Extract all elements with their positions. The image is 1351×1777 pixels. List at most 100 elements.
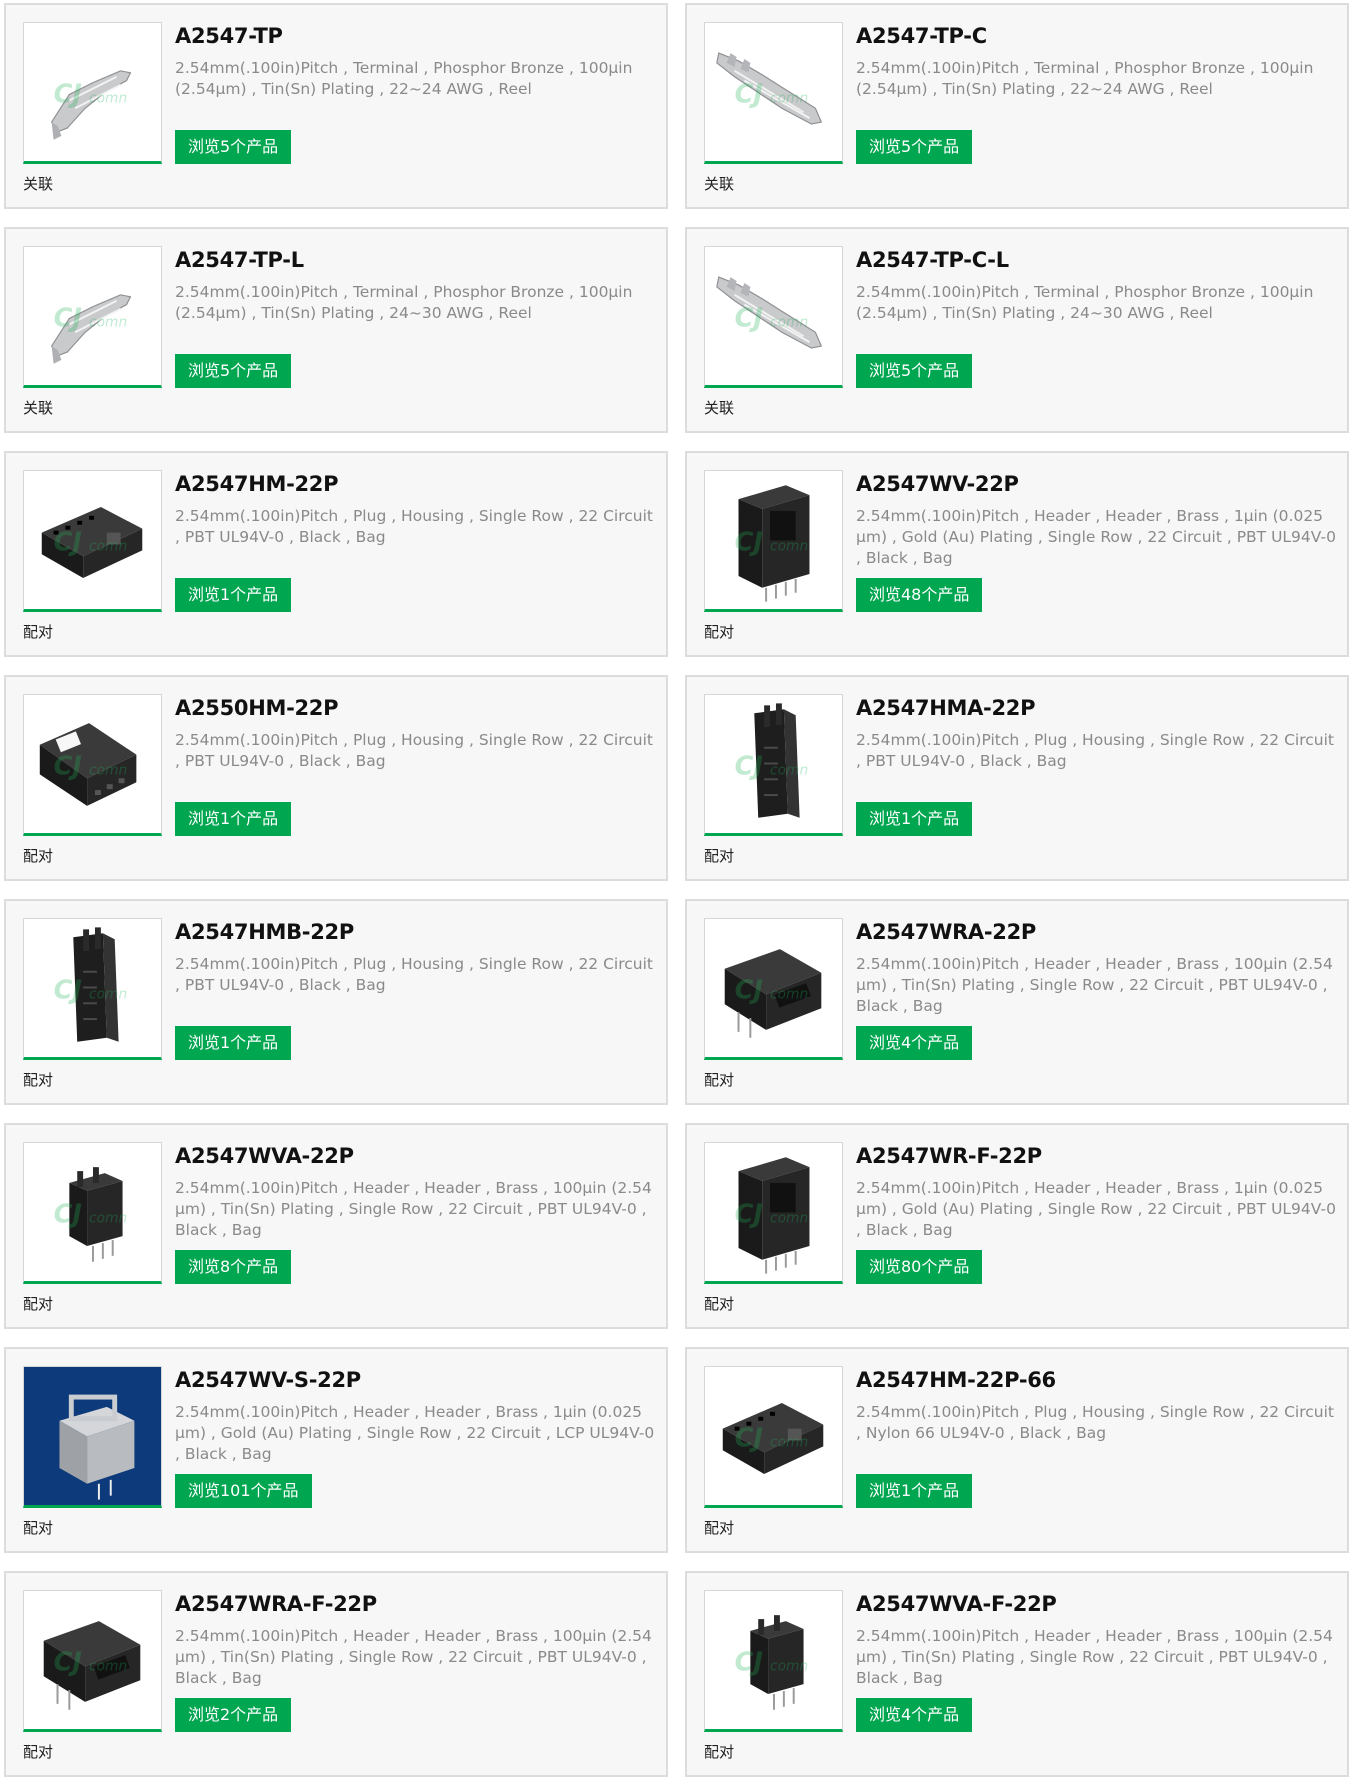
svg-text:comn: comn <box>770 1658 808 1674</box>
relation-label: 关联 <box>704 175 735 193</box>
product-description: 2.54mm(.100in)Pitch , Plug , Housing , S… <box>175 955 653 994</box>
product-title[interactable]: A2547HMB-22P <box>175 920 354 944</box>
product-thumbnail[interactable]: CJ comn <box>23 470 162 612</box>
product-card: CJ comn 配对 A2547WR-F-22P 2.54mm(.100in)Pitch… <box>685 1123 1349 1329</box>
product-description: 2.54mm(.100in)Pitch , Terminal , Phospho… <box>175 283 633 322</box>
product-card: CJ comn 关联 A2547-TP-L 2.54mm(.100in)Pitch , … <box>4 227 668 433</box>
product-thumbnail[interactable]: CJ comn <box>23 1590 162 1732</box>
product-description: 2.54mm(.100in)Pitch , Header , Header , … <box>856 507 1336 567</box>
browse-products-button[interactable]: 浏览1个产品 <box>175 802 292 836</box>
product-card: CJ comn 配对 A2550HM-22P 2.54mm(.100in)Pitch ,… <box>4 675 668 881</box>
relation-label: 关联 <box>704 399 735 417</box>
svg-text:CJ: CJ <box>54 303 82 333</box>
product-thumbnail[interactable]: CJ comn <box>704 1366 843 1508</box>
browse-products-button[interactable]: 浏览1个产品 <box>856 802 973 836</box>
svg-text:CJ: CJ <box>735 1647 763 1677</box>
relation-label: 配对 <box>23 1295 54 1313</box>
svg-text:CJ: CJ <box>54 527 82 557</box>
product-title[interactable]: A2547-TP-C-L <box>856 248 1009 272</box>
product-title[interactable]: A2547WRA-F-22P <box>175 1592 377 1616</box>
product-description: 2.54mm(.100in)Pitch , Plug , Housing , S… <box>856 731 1334 770</box>
browse-products-button[interactable]: 浏览5个产品 <box>175 130 292 164</box>
product-title[interactable]: A2547WVA-22P <box>175 1144 354 1168</box>
product-title[interactable]: A2547HM-22P <box>175 472 339 496</box>
svg-text:CJ: CJ <box>54 79 82 109</box>
svg-text:comn: comn <box>89 1658 127 1674</box>
browse-products-button[interactable]: 浏览5个产品 <box>856 354 973 388</box>
product-description: 2.54mm(.100in)Pitch , Header , Header , … <box>175 1403 655 1463</box>
product-description: 2.54mm(.100in)Pitch , Header , Header , … <box>856 1179 1336 1239</box>
product-title[interactable]: A2547HMA-22P <box>856 696 1035 720</box>
product-title[interactable]: A2547-TP <box>175 24 283 48</box>
browse-products-button[interactable]: 浏览1个产品 <box>175 1026 292 1060</box>
product-description: 2.54mm(.100in)Pitch , Header , Header , … <box>175 1179 652 1239</box>
product-title[interactable]: A2547-TP-L <box>175 248 304 272</box>
product-thumbnail[interactable]: CJ comn <box>704 918 843 1060</box>
product-image: CJ comn <box>724 949 822 1038</box>
product-thumbnail[interactable]: CJ comn <box>704 694 843 836</box>
product-card: CJ comn 配对 A2547WV-22P 2.54mm(.100in)Pitch ,… <box>685 451 1349 657</box>
product-card: CJ comn 关联 A2547-TP-C 2.54mm(.100in)Pitch , … <box>685 3 1349 209</box>
product-image: CJ comn <box>735 1615 808 1710</box>
product-title[interactable]: A2547-TP-C <box>856 24 987 48</box>
browse-products-button[interactable]: 浏览101个产品 <box>175 1474 312 1508</box>
relation-label: 配对 <box>704 1519 735 1537</box>
browse-products-button[interactable]: 浏览1个产品 <box>175 578 292 612</box>
product-description: 2.54mm(.100in)Pitch , Header , Header , … <box>856 1627 1333 1687</box>
product-thumbnail[interactable]: CJ comn <box>23 246 162 388</box>
svg-text:comn: comn <box>770 762 808 778</box>
svg-text:CJ: CJ <box>54 975 82 1005</box>
product-description: 2.54mm(.100in)Pitch , Plug , Housing , S… <box>175 507 653 546</box>
product-image: CJ comn <box>50 70 132 140</box>
product-description: 2.54mm(.100in)Pitch , Header , Header , … <box>856 955 1333 1015</box>
relation-label: 配对 <box>23 1743 54 1761</box>
product-title[interactable]: A2547HM-22P-66 <box>856 1368 1056 1392</box>
svg-text:CJ: CJ <box>735 1199 763 1229</box>
browse-products-button[interactable]: 浏览80个产品 <box>856 1250 983 1284</box>
product-thumbnail[interactable]: CJ comn <box>23 22 162 164</box>
product-title[interactable]: A2547WRA-22P <box>856 920 1036 944</box>
svg-text:CJ: CJ <box>735 1423 763 1453</box>
product-thumbnail[interactable]: CJ comn <box>23 1142 162 1284</box>
product-image: CJ comn <box>50 294 132 364</box>
relation-label: 配对 <box>704 1743 735 1761</box>
product-card: CJ comn 配对 A2547WRA-22P 2.54mm(.100in)Pitch … <box>685 899 1349 1105</box>
svg-text:comn: comn <box>89 314 127 330</box>
product-thumbnail[interactable]: CJ comn <box>704 1142 843 1284</box>
svg-text:CJ: CJ <box>54 751 82 781</box>
product-title[interactable]: A2547WR-F-22P <box>856 1144 1042 1168</box>
product-thumbnail[interactable]: CJ comn <box>704 1590 843 1732</box>
browse-products-button[interactable]: 浏览5个产品 <box>856 130 973 164</box>
browse-products-button[interactable]: 浏览4个产品 <box>856 1698 973 1732</box>
browse-products-button[interactable]: 浏览4个产品 <box>856 1026 973 1060</box>
svg-text:comn: comn <box>770 538 808 554</box>
browse-products-button[interactable]: 浏览8个产品 <box>175 1250 292 1284</box>
svg-text:CJ: CJ <box>54 1647 82 1677</box>
product-thumbnail[interactable]: CJ comn <box>23 918 162 1060</box>
product-thumbnail[interactable]: CJ comn <box>704 22 843 164</box>
product-title[interactable]: A2547WV-22P <box>856 472 1019 496</box>
relation-label: 关联 <box>23 175 54 193</box>
product-card: 配对 A2547WV-S-22P 2.54mm(.100in)Pitch , Hea… <box>4 1347 668 1553</box>
product-description: 2.54mm(.100in)Pitch , Terminal , Phospho… <box>175 59 633 98</box>
svg-text:comn: comn <box>770 1434 808 1450</box>
browse-products-button[interactable]: 浏览5个产品 <box>175 354 292 388</box>
svg-text:comn: comn <box>89 538 127 554</box>
product-image: CJ comn <box>54 1167 127 1262</box>
product-thumbnail[interactable]: CJ comn <box>704 246 843 388</box>
product-title[interactable]: A2547WVA-F-22P <box>856 1592 1057 1616</box>
product-title[interactable]: A2547WV-S-22P <box>175 1368 361 1392</box>
relation-label: 配对 <box>704 847 735 865</box>
browse-products-button[interactable]: 浏览2个产品 <box>175 1698 292 1732</box>
product-description: 2.54mm(.100in)Pitch , Plug , Housing , S… <box>175 731 653 770</box>
browse-products-button[interactable]: 浏览48个产品 <box>856 578 983 612</box>
browse-products-button[interactable]: 浏览1个产品 <box>856 1474 973 1508</box>
svg-text:comn: comn <box>770 986 808 1002</box>
product-thumbnail[interactable]: CJ comn <box>23 694 162 836</box>
product-thumbnail[interactable] <box>23 1366 162 1508</box>
relation-label: 配对 <box>23 847 54 865</box>
product-description: 2.54mm(.100in)Pitch , Plug , Housing , S… <box>856 1403 1334 1442</box>
product-thumbnail[interactable]: CJ comn <box>704 470 843 612</box>
product-image: CJ comn <box>43 1621 141 1710</box>
product-title[interactable]: A2550HM-22P <box>175 696 339 720</box>
